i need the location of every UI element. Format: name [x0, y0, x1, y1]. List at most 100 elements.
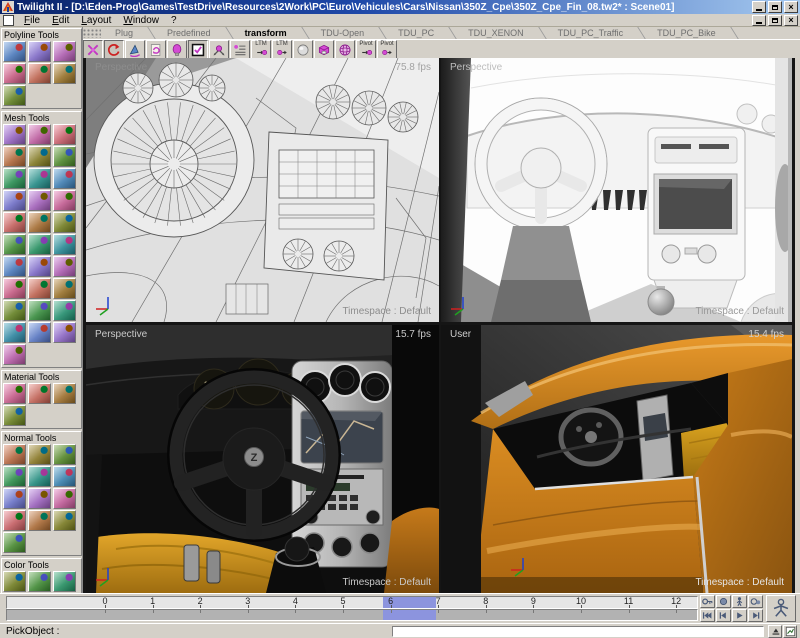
mesh-cross-grid-icon[interactable] [28, 322, 51, 343]
toolbar-grip-handle[interactable] [83, 29, 101, 38]
material-spheres-icon[interactable] [3, 383, 26, 404]
tab-tdu-pc-bike[interactable]: TDU_PC_Bike [646, 28, 727, 39]
mesh-grid-icon[interactable] [53, 256, 76, 277]
polyline-close-icon[interactable] [3, 63, 26, 84]
normal-mixed-icon[interactable] [3, 532, 26, 553]
viewport-shaded-perspective[interactable]: Perspective Timespace : Default Coordina… [441, 58, 792, 322]
mesh-tilt-grid-icon[interactable] [53, 322, 76, 343]
mesh-brush-icon[interactable] [28, 234, 51, 255]
restore-button[interactable] [768, 1, 782, 13]
viewport-textured-perspective[interactable]: Z Perspective 15.7 fps Timespace : Defau… [86, 325, 439, 593]
mdi-minimize-button[interactable] [752, 15, 766, 26]
link-arrows-button[interactable] [209, 40, 229, 59]
box-button[interactable] [314, 40, 334, 59]
mesh-sphere-group-icon[interactable] [28, 168, 51, 189]
normal-grid-a-icon[interactable] [3, 488, 26, 509]
normal-polyhedron-edit-icon[interactable] [53, 444, 76, 465]
normal-polyhedron-smooth-icon[interactable] [28, 444, 51, 465]
timeline-track[interactable] [6, 609, 698, 621]
record-button[interactable] [716, 595, 731, 608]
close-button[interactable]: × [784, 1, 798, 13]
mesh-chair-icon[interactable] [3, 234, 26, 255]
normal-frame-icon[interactable] [28, 510, 51, 531]
mesh-stairs-icon[interactable] [53, 190, 76, 211]
sphere-to-arrow-button[interactable]: LTM [272, 40, 292, 59]
step-back-button[interactable] [716, 609, 731, 622]
mesh-scissors-icon[interactable] [3, 300, 26, 321]
color-gradient-icon[interactable] [3, 571, 26, 592]
play-button[interactable] [732, 609, 747, 622]
mesh-flip-icon[interactable] [28, 256, 51, 277]
sphere-to-arrow-button[interactable]: Pivot [377, 40, 397, 59]
polyline-draw-icon[interactable] [3, 41, 26, 62]
key-button[interactable] [700, 595, 715, 608]
menu-item-file[interactable]: File [18, 15, 46, 26]
tab-plug[interactable]: Plug [104, 28, 144, 39]
material-checker-icon[interactable] [53, 383, 76, 404]
mesh-bend-icon[interactable] [53, 234, 76, 255]
mesh-barrel-icon[interactable] [53, 278, 76, 299]
mesh-spike-icon[interactable] [3, 190, 26, 211]
material-texture-icon[interactable] [28, 383, 51, 404]
material-apply-icon[interactable] [3, 405, 26, 426]
normal-traffic-icon[interactable] [53, 510, 76, 531]
mesh-curve-icon[interactable] [3, 124, 26, 145]
mesh-plane-icon[interactable] [3, 146, 26, 167]
rewind-button[interactable] [700, 609, 715, 622]
rotate-circle-button[interactable] [104, 40, 124, 59]
mesh-smooth-icon[interactable] [28, 212, 51, 233]
normal-grid-red-icon[interactable] [53, 466, 76, 487]
mesh-delete-icon[interactable] [28, 190, 51, 211]
status-log-button[interactable] [783, 625, 797, 638]
polyline-curve-icon[interactable] [53, 41, 76, 62]
list-button[interactable] [230, 40, 250, 59]
tab-tdu-open[interactable]: TDU-Open [310, 28, 376, 39]
mesh-box-wire-icon[interactable] [3, 256, 26, 277]
wire-sphere-button[interactable] [335, 40, 355, 59]
normal-grid-show-icon[interactable] [53, 488, 76, 509]
polyline-spline-icon[interactable] [28, 63, 51, 84]
viewport-wireframe-perspective[interactable]: Perspective 75.8 fps Timespace : Default [86, 58, 439, 322]
tab-predefined[interactable]: Predefined [156, 28, 222, 39]
mdi-restore-button[interactable] [768, 15, 782, 26]
move-cross-button[interactable] [83, 40, 103, 59]
normal-grid-orange-icon[interactable] [28, 466, 51, 487]
mesh-face-icon[interactable] [53, 146, 76, 167]
normal-vector-icon[interactable] [3, 510, 26, 531]
polyline-circle-icon[interactable] [28, 41, 51, 62]
normal-polyhedron-icon[interactable] [3, 444, 26, 465]
tab-tdu-pc-traffic[interactable]: TDU_PC_Traffic [547, 28, 635, 39]
mesh-red-ball-icon[interactable] [53, 212, 76, 233]
walk-actor-button[interactable] [766, 595, 796, 622]
viewport-textured-user[interactable]: User 15.4 fps Timespace : Default [441, 325, 792, 593]
polyline-edit-icon[interactable] [53, 63, 76, 84]
tab-transform[interactable]: transform [234, 28, 298, 39]
mesh-lathe-icon[interactable] [3, 212, 26, 233]
bulb-button[interactable] [167, 40, 187, 59]
mesh-cylinder-icon[interactable] [53, 124, 76, 145]
arrow-to-sphere-button[interactable]: Pivot [356, 40, 376, 59]
mesh-column-icon[interactable] [3, 322, 26, 343]
actor-button[interactable] [732, 595, 747, 608]
mesh-cloth-icon[interactable] [53, 300, 76, 321]
mesh-paint-icon[interactable] [28, 278, 51, 299]
sphere-button[interactable] [293, 40, 313, 59]
minimize-button[interactable] [752, 1, 766, 13]
tab-tdu-xenon[interactable]: TDU_XENON [457, 28, 535, 39]
pickobject-input[interactable] [392, 626, 764, 637]
tab-tdu-pc[interactable]: TDU_PC [387, 28, 445, 39]
step-forward-button[interactable] [748, 609, 763, 622]
timeline-ruler[interactable]: 0123456789101112 [6, 596, 698, 609]
menu-item--[interactable]: ? [165, 15, 183, 26]
menu-item-layout[interactable]: Layout [75, 15, 117, 26]
rotate-cone-button[interactable] [125, 40, 145, 59]
mesh-subdivide-icon[interactable] [3, 344, 26, 365]
mesh-glove-icon[interactable] [28, 300, 51, 321]
mesh-weld-icon[interactable] [53, 168, 76, 189]
normal-grid-green-icon[interactable] [28, 488, 51, 509]
actor-camera-button[interactable] [748, 595, 763, 608]
mesh-mirror-icon[interactable] [3, 278, 26, 299]
arrow-to-sphere-button[interactable]: LTM [251, 40, 271, 59]
menu-item-window[interactable]: Window [117, 15, 165, 26]
color-mesh-icon[interactable] [28, 571, 51, 592]
